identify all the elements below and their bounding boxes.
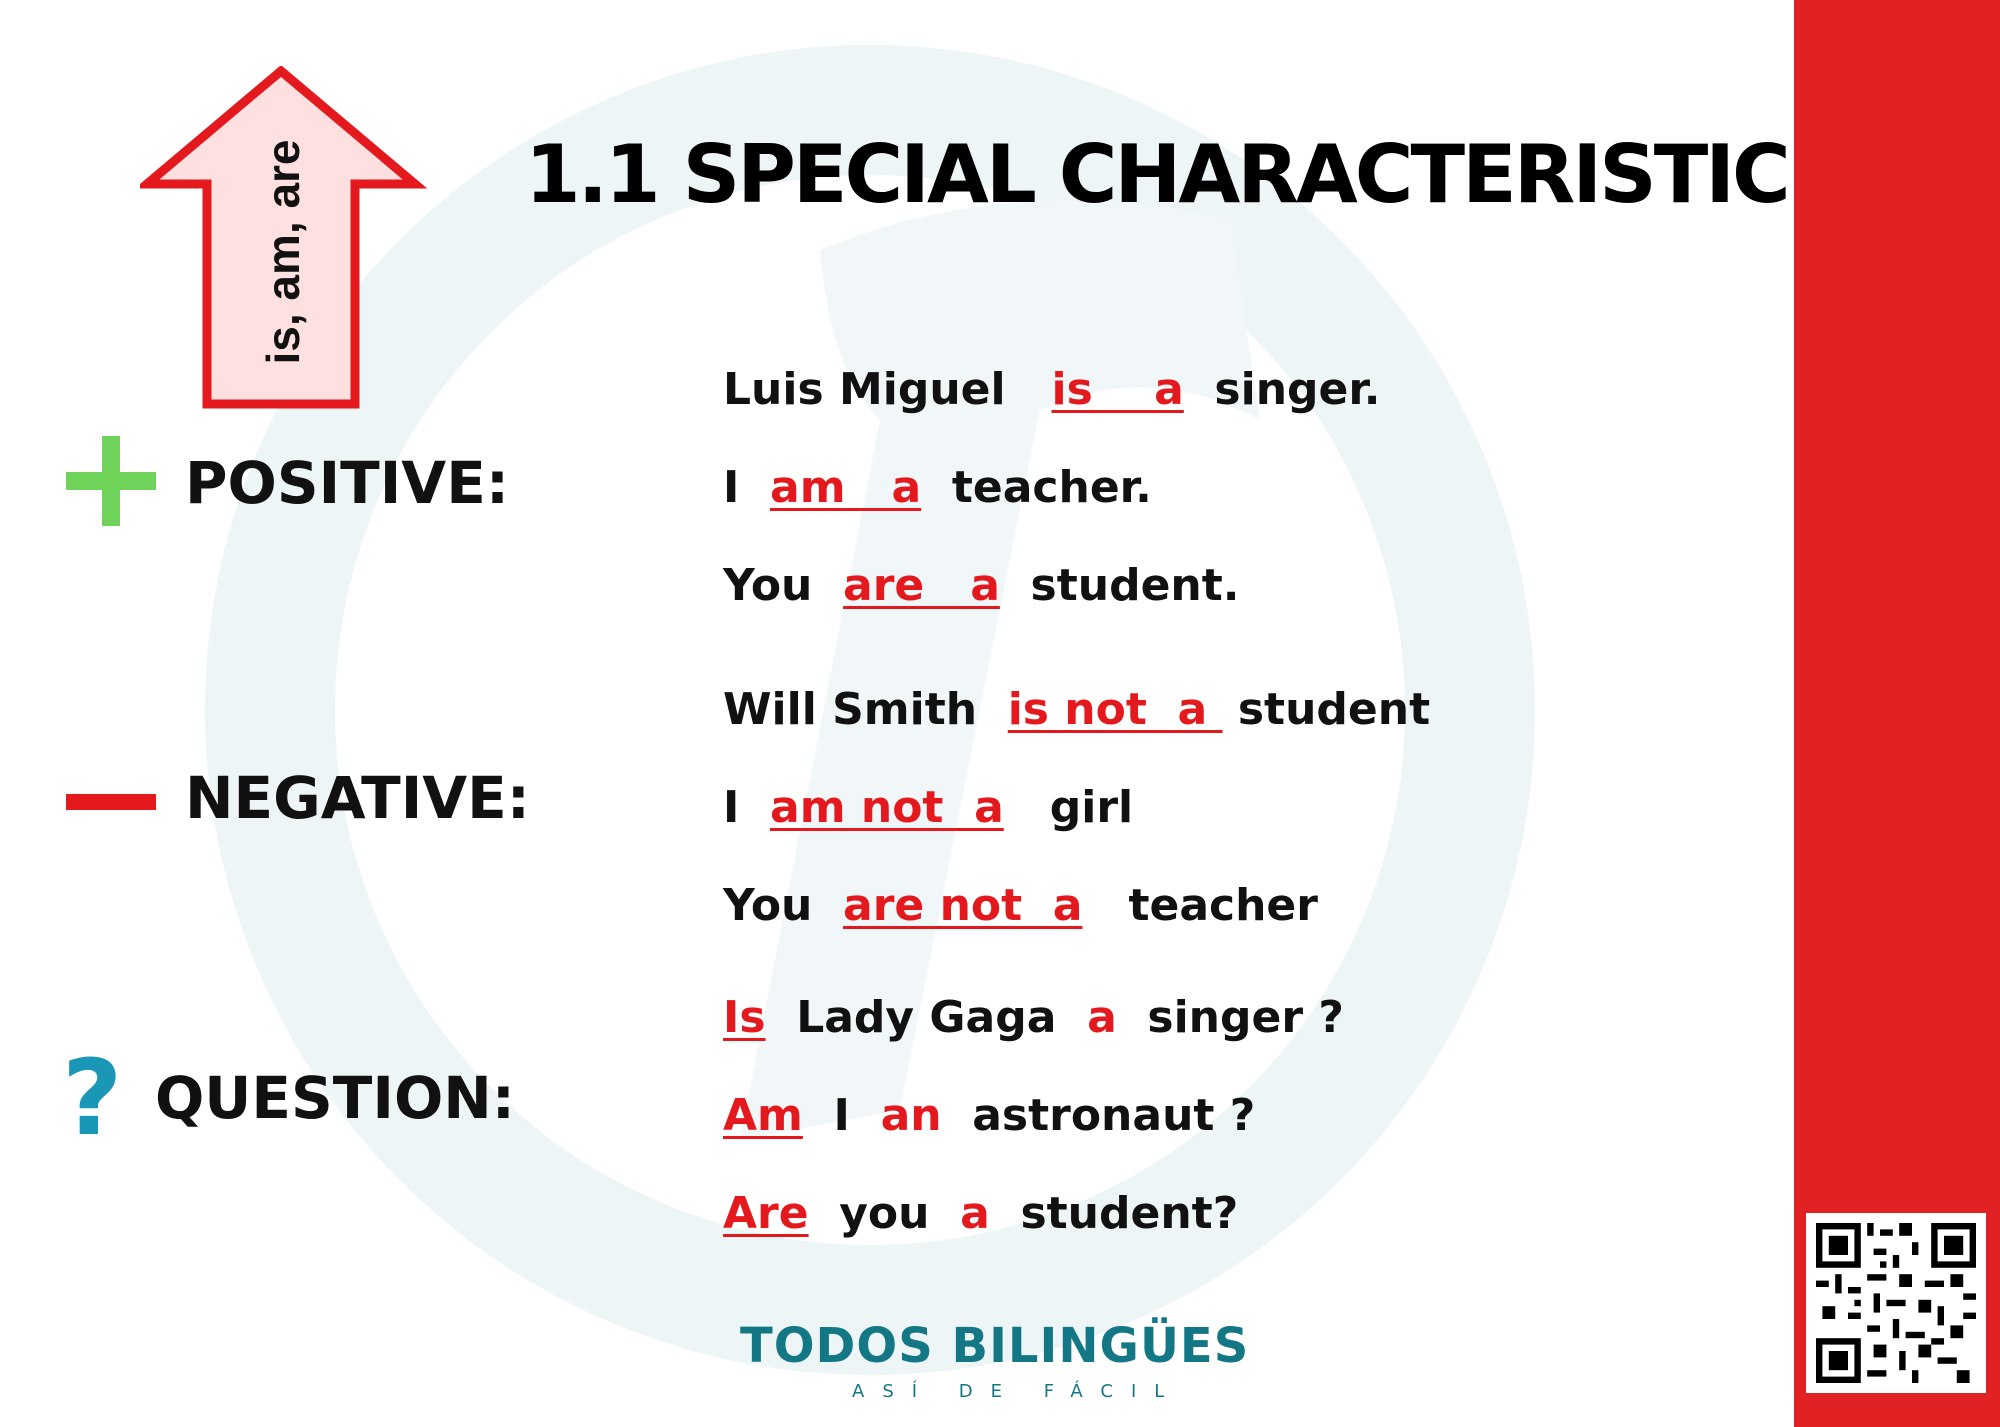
article: a — [960, 1188, 990, 1239]
negative-sentence: Will Smith is not a student — [723, 688, 1430, 732]
sentence-rest: student — [1222, 684, 1431, 735]
question-mark-icon: ? — [62, 1037, 123, 1159]
negative-sentence: You are not a teacher — [723, 884, 1318, 928]
sentence-rest: astronaut ? — [941, 1090, 1256, 1141]
question-label: QUESTION: — [155, 1064, 515, 1132]
negative-label: NEGATIVE: — [185, 764, 530, 832]
positive-label: POSITIVE: — [185, 449, 510, 517]
sentence-subject: you — [808, 1188, 961, 1239]
question-sentence: Is Lady Gaga a singer ? — [723, 996, 1344, 1040]
positive-sentence: Luis Miguel is a singer. — [723, 368, 1381, 412]
sentence-rest: teacher. — [921, 462, 1152, 513]
sentence-rest: student? — [989, 1188, 1239, 1239]
sentence-subject: Lady Gaga — [765, 992, 1088, 1043]
sentence-subject: I — [723, 462, 771, 513]
sentence-rest: girl — [1003, 782, 1134, 833]
verb-blank: is not a — [1007, 684, 1223, 735]
sentence-rest: student. — [999, 560, 1240, 611]
verb-blank: am a — [770, 462, 922, 513]
article: an — [880, 1090, 942, 1141]
sentence-subject: Will Smith — [723, 684, 1008, 735]
sentence-subject: Luis Miguel — [723, 364, 1052, 415]
question-sentence: Are you a student? — [723, 1192, 1238, 1236]
positive-sentence: I am a teacher. — [723, 466, 1152, 510]
page-title: 1.1 SPECIAL CHARACTERISTIC — [525, 128, 1791, 221]
verb-blank: Are — [723, 1188, 809, 1239]
verb-blank: are not a — [843, 880, 1083, 931]
article: a — [1087, 992, 1117, 1043]
sentence-subject: I — [723, 782, 771, 833]
verb-blank: Am — [723, 1090, 803, 1141]
brand-logo-text: TODOS BILINGÜES — [740, 1318, 1250, 1374]
arrow-label: is, am, are — [257, 139, 309, 365]
qr-code-icon — [1806, 1213, 1986, 1393]
sentence-rest: singer. — [1183, 364, 1381, 415]
sentence-subject: You — [723, 880, 844, 931]
sentence-subject: You — [723, 560, 844, 611]
sentence-rest: teacher — [1082, 880, 1318, 931]
brand-tagline: ASÍ DE FÁCIL — [852, 1381, 1183, 1402]
question-sentence: Am I an astronaut ? — [723, 1094, 1255, 1138]
minus-icon — [66, 794, 156, 810]
negative-sentence: I am not a girl — [723, 786, 1133, 830]
verb-blank: is a — [1051, 364, 1184, 415]
verb-blank: are a — [843, 560, 1000, 611]
plus-icon — [66, 436, 156, 526]
positive-sentence: You are a student. — [723, 564, 1240, 608]
sentence-rest: singer ? — [1116, 992, 1344, 1043]
verb-blank: Is — [723, 992, 766, 1043]
verb-blank: am not a — [770, 782, 1004, 833]
sentence-subject: I — [802, 1090, 881, 1141]
